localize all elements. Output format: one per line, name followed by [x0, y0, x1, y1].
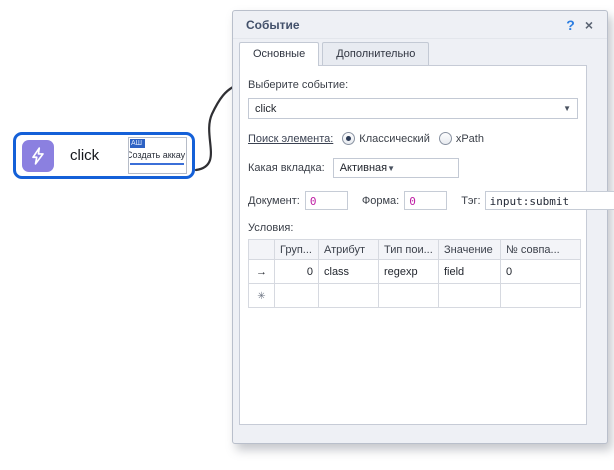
radio-unchecked-icon	[439, 132, 452, 145]
lightning-icon	[22, 140, 54, 172]
radio-classic[interactable]: Классический	[342, 132, 430, 145]
row-header-corner	[249, 240, 275, 260]
table-header-row: Груп... Атрибут Тип пои... Значение № со…	[249, 240, 581, 260]
radio-xpath-label: xPath	[456, 133, 484, 145]
event-select-label: Выберите событие:	[248, 79, 348, 91]
tab-main[interactable]: Основные	[239, 42, 319, 66]
which-tab-combobox-value: Активная	[340, 162, 387, 174]
tabstrip: Основные Дополнительно	[233, 39, 607, 65]
tag-label: Тэг:	[461, 195, 480, 207]
radio-xpath[interactable]: xPath	[439, 132, 484, 145]
thumbnail-selection-highlight: АШ	[130, 139, 145, 148]
new-row-icon: ✳	[257, 291, 265, 302]
cell-value[interactable]: field	[439, 260, 501, 284]
cell-group[interactable]: 0	[275, 260, 319, 284]
element-search-row: Поиск элемента: Классический xPath	[248, 132, 578, 145]
help-icon[interactable]: ?	[560, 17, 581, 33]
document-label: Документ:	[248, 195, 300, 207]
cell-search-type-empty[interactable]	[379, 284, 439, 308]
table-row[interactable]: → 0 class regexp field 0	[249, 260, 581, 284]
form-input[interactable]	[404, 191, 447, 210]
thumbnail-button-text: Создать аккау	[128, 150, 187, 160]
tab-page-main: Выберите событие: click ▼ Поиск элемента…	[239, 65, 587, 425]
col-header-match-no[interactable]: № совпа...	[501, 240, 581, 260]
radio-classic-label: Классический	[359, 133, 430, 145]
thumbnail-underline	[130, 163, 184, 165]
event-combobox[interactable]: click ▼	[248, 98, 578, 119]
cell-match-no-empty[interactable]	[501, 284, 581, 308]
node-label: click	[70, 147, 128, 164]
radio-checked-icon	[342, 132, 355, 145]
cell-search-type[interactable]: regexp	[379, 260, 439, 284]
close-icon[interactable]: ×	[581, 17, 597, 33]
col-header-search-type[interactable]: Тип пои...	[379, 240, 439, 260]
which-tab-row: Какая вкладка: Активная ▼	[248, 158, 578, 178]
which-tab-combobox[interactable]: Активная ▼	[333, 158, 459, 178]
element-search-link[interactable]: Поиск элемента:	[248, 133, 333, 145]
tab-extra[interactable]: Дополнительно	[322, 42, 429, 65]
cell-value-empty[interactable]	[439, 284, 501, 308]
event-combobox-value: click	[255, 103, 563, 115]
col-header-value[interactable]: Значение	[439, 240, 501, 260]
dialog-title: Событие	[246, 18, 560, 32]
document-form-tag-row: Документ: Форма: Тэг:	[248, 191, 578, 210]
form-label: Форма:	[362, 195, 399, 207]
conditions-label: Условия:	[248, 222, 578, 234]
chevron-down-icon: ▼	[387, 164, 395, 173]
dialog-titlebar: Событие ? ×	[233, 11, 607, 39]
current-row-arrow-icon: →	[249, 260, 275, 284]
which-tab-label: Какая вкладка:	[248, 162, 325, 174]
col-header-attribute[interactable]: Атрибут	[319, 240, 379, 260]
cell-match-no[interactable]: 0	[501, 260, 581, 284]
table-new-row[interactable]: ✳	[249, 284, 581, 308]
col-header-group[interactable]: Груп...	[275, 240, 319, 260]
conditions-table: Груп... Атрибут Тип пои... Значение № со…	[248, 239, 581, 308]
cell-attribute-empty[interactable]	[319, 284, 379, 308]
tag-input[interactable]	[485, 191, 614, 210]
cell-attribute[interactable]: class	[319, 260, 379, 284]
event-node[interactable]: click АШ Создать аккау	[13, 132, 195, 179]
event-dialog: Событие ? × Основные Дополнительно Выбер…	[232, 10, 608, 444]
chevron-down-icon: ▼	[563, 104, 571, 113]
cell-group-empty[interactable]	[275, 284, 319, 308]
element-thumbnail: АШ Создать аккау	[128, 137, 187, 174]
document-input[interactable]	[305, 191, 348, 210]
